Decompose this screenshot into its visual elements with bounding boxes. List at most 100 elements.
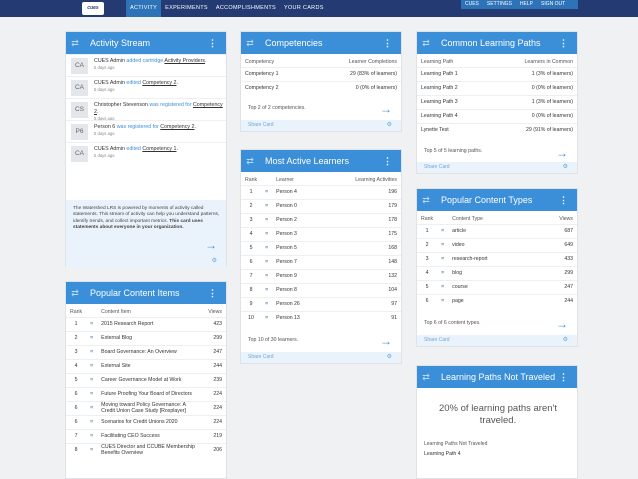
activity-verb: edited [126,146,141,152]
cues-logo[interactable]: cues [82,2,104,15]
gear-icon[interactable]: ⚙ [563,335,568,346]
table-row[interactable]: Learning Path 40 (0% of learners) [417,108,577,123]
gear-icon[interactable]: ⚙ [563,162,568,173]
share-card-bar[interactable]: Share Card ⚙ [241,352,401,363]
rank-cell: 1 [66,316,87,331]
activity-time: 5 days ago [94,131,115,136]
arrow-right-icon[interactable]: → [556,318,568,330]
table-row[interactable]: 4 = blog 299 [417,265,577,280]
share-card-bar[interactable]: Share Card ⚙ [241,120,401,131]
activity-object-link[interactable]: Competency 2 [142,80,176,86]
activity-suffix: . [176,146,178,152]
card-summary: Top 6 of 6 content types. [424,320,481,326]
activity-object-link[interactable]: Competency 2 [160,124,194,130]
avatar: CS [71,102,88,118]
nav-cues[interactable]: CUES [461,0,483,9]
competencies-card: ⇄ Competencies ⋮ Competency Learner Comp… [240,31,402,132]
table-row[interactable]: 9 = Person 26 97 [241,296,401,311]
card-header: ⇄ Popular Content Items ⋮ [66,282,226,304]
table-row[interactable]: 8 = Person 8 104 [241,282,401,297]
share-card-link[interactable]: Share Card [424,335,450,346]
name-cell: Career Governance Model at Work [97,372,205,387]
activity-list: CA CUES Admin added cartridge Activity Pr… [66,54,226,164]
nav-accomplishments[interactable]: ACCOMPLISHMENTS [212,0,280,17]
table-row[interactable]: 2 = External Blog 299 [66,330,226,345]
table-row[interactable]: 5 = course 247 [417,279,577,294]
table-row[interactable]: 3 = Person 2 178 [241,212,401,227]
share-card-link[interactable]: Share Card [248,120,274,131]
name-cell: Person 3 [272,226,323,241]
name-cell: External Site [97,358,205,373]
top-navigation-bar: cues ACTIVITY EXPERIMENTS ACCOMPLISHMENT… [0,0,638,17]
table-row[interactable]: 6 = page 244 [417,293,577,308]
table-row[interactable]: 5 = Person 5 168 [241,240,401,255]
table-row[interactable]: 1 = 2015 Research Report 423 [66,316,226,331]
value-cell: 206 [204,442,226,457]
table-row[interactable]: 5 = Career Governance Model at Work 239 [66,372,226,387]
popular-content-types-card: ⇄ Popular Content Types ⋮ Rank Content T… [416,188,578,347]
table-row[interactable]: 3 = research-report 433 [417,251,577,266]
card-menu-icon[interactable]: ⋮ [208,287,217,299]
arrow-right-icon[interactable]: → [380,335,392,347]
table-row[interactable]: 1 = Person 4 196 [241,184,401,199]
value-cell: 1 (3% of learners) [487,94,577,109]
nav-help[interactable]: HELP [516,0,537,9]
nav-your-cards[interactable]: YOUR CARDS [280,0,328,17]
table-row[interactable]: 8 = CUES Director and CCUBE Membership Ben… [66,442,226,457]
name-cell: Person 9 [272,268,323,283]
gear-icon[interactable]: ⚙ [212,257,217,264]
arrow-right-icon[interactable]: → [380,103,392,115]
table-row[interactable]: 6 = Person 7 148 [241,254,401,269]
share-card-bar[interactable]: Share Card ⚙ [417,162,577,173]
value-cell: 244 [534,293,577,308]
nav-activity[interactable]: ACTIVITY [126,0,162,17]
card-menu-icon[interactable]: ⋮ [559,37,568,49]
table-row[interactable]: Competency 1 29 (83% of learners) [241,66,401,81]
table-row[interactable]: 2 = video 649 [417,237,577,252]
gear-icon[interactable]: ⚙ [387,120,392,131]
share-card-link[interactable]: Share Card [424,162,450,173]
arrow-right-icon[interactable]: → [556,147,568,159]
nav-sign-out[interactable]: SIGN OUT [537,0,569,9]
card-title: Learning Paths Not Traveled [441,372,556,382]
table-row[interactable]: Learning Path 31 (3% of learners) [417,94,577,109]
card-menu-icon[interactable]: ⋮ [383,155,392,167]
table-row[interactable]: 4 = Person 3 175 [241,226,401,241]
table-row[interactable]: 1 = article 687 [417,223,577,238]
table-row[interactable]: Learning Path 20 (0% of learners) [417,80,577,95]
arrow-right-icon[interactable]: → [205,239,217,251]
table-row[interactable]: Learning Path 11 (3% of learners) [417,66,577,81]
share-card-bar[interactable]: Share Card ⚙ [417,335,577,346]
rank-change-icon: = [86,386,98,401]
table-row[interactable]: Competency 20 (0% of learners) [241,80,401,95]
nav-settings[interactable]: SETTINGS [483,0,516,9]
table-row[interactable]: 2 = Person 0 179 [241,198,401,213]
table-row[interactable]: 4 = External Site 244 [66,358,226,373]
card-menu-icon[interactable]: ⋮ [383,37,392,49]
card-title: Competencies [265,38,323,48]
activity-suffix: . [194,124,196,130]
card-menu-icon[interactable]: ⋮ [208,37,217,49]
gear-icon[interactable]: ⚙ [387,352,392,363]
table-row[interactable]: 7 = Facilitating CEO Success 219 [66,428,226,443]
table-row[interactable]: 3 = Board Governance: An Overview 247 [66,344,226,359]
value-cell: 0 (0% of learners) [308,80,401,95]
activity-object-link[interactable]: Competency 1 [142,146,176,152]
activity-object-link[interactable]: Activity Providers [164,58,205,64]
table-row[interactable]: 7 = Person 9 132 [241,268,401,283]
activity-actor: CUES Admin [94,146,125,152]
card-menu-icon[interactable]: ⋮ [559,194,568,206]
table-row[interactable]: 6 = Scenarios for Credit Unions 2020 224 [66,414,226,429]
rank-cell: 5 [417,279,438,294]
table-row[interactable]: Lynette Test 29 (91% of learners) [417,122,577,137]
card-menu-icon[interactable]: ⋮ [559,371,568,383]
content-items-table: Rank Content Item Views 1 = 2015 Research … [66,308,226,457]
rank-change-icon: = [437,279,449,294]
table-row[interactable]: 6 = Future Proofing Your Board of Director… [66,386,226,401]
table-row[interactable]: 10 = Person 13 91 [241,310,401,325]
nav-experiments[interactable]: EXPERIMENTS [161,0,212,17]
table-row[interactable]: 6 = Moving toward Policy Governance: A Cre… [66,400,226,415]
name-cell: Learning Path 1 [417,66,488,81]
share-card-link[interactable]: Share Card [248,352,274,363]
rank-cell: 4 [241,226,262,241]
